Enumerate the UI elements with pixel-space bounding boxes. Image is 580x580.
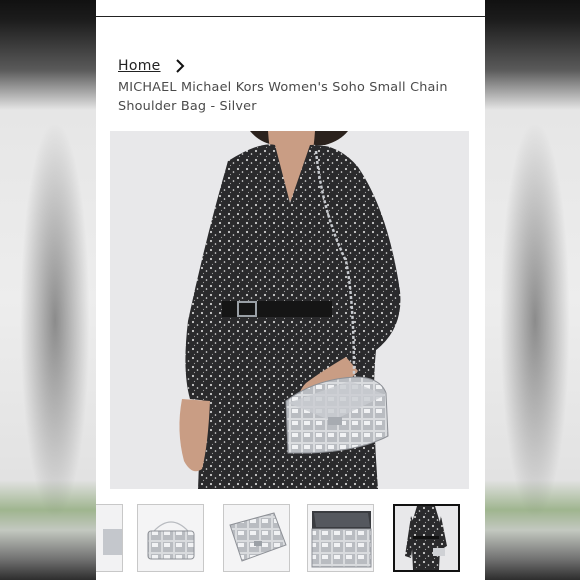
thumbnail-4-selected[interactable] — [393, 504, 460, 572]
thumbnail-3[interactable] — [307, 504, 374, 572]
header-divider — [96, 16, 485, 17]
model-photo — [110, 131, 469, 489]
bag-thumbnail-image — [96, 505, 122, 571]
breadcrumb-home-link[interactable]: Home — [118, 58, 161, 74]
thumbnail-strip — [96, 504, 485, 576]
product-page: Home MICHAEL Michael Kors Women's Soho S… — [96, 0, 485, 580]
thumbnail-2[interactable] — [223, 504, 290, 572]
bag-thumbnail-image — [224, 505, 289, 571]
bag-thumbnail-image — [138, 505, 203, 571]
product-title: MICHAEL Michael Kors Women's Soho Small … — [118, 80, 448, 114]
breadcrumb: Home — [118, 57, 189, 75]
thumbnail-1[interactable] — [137, 504, 204, 572]
chevron-right-icon — [171, 57, 189, 75]
bag-thumbnail-image — [308, 505, 373, 571]
thumbnail-0[interactable] — [96, 504, 123, 572]
model-thumbnail-image — [395, 506, 458, 570]
main-product-image[interactable] — [110, 131, 469, 489]
